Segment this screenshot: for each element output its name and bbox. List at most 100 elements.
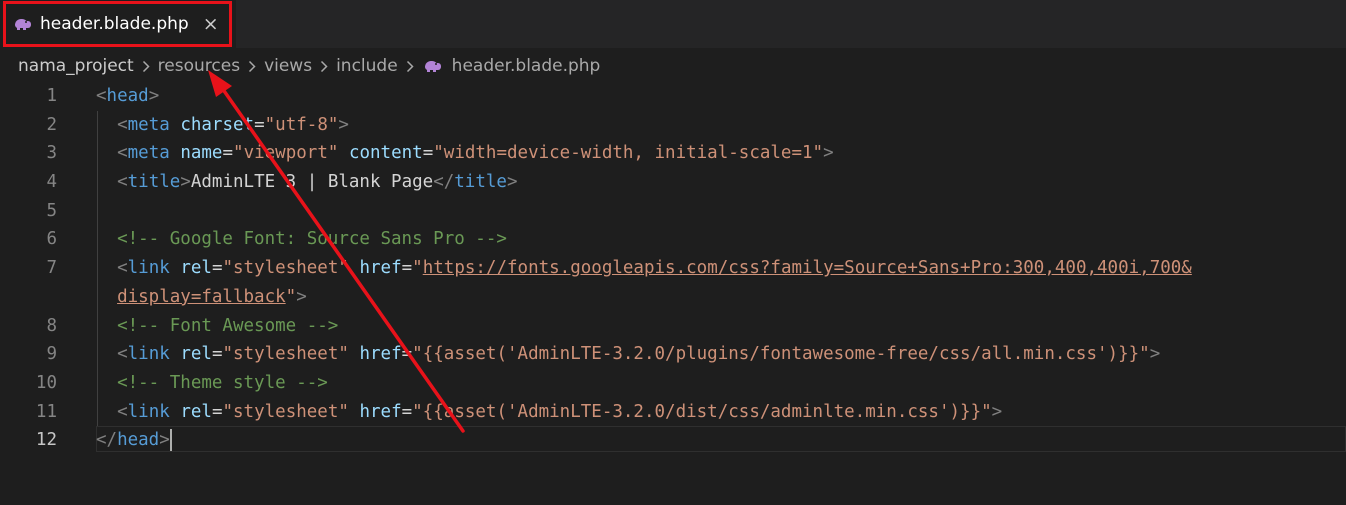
line-number: 1 (46, 86, 57, 106)
code-token: AdminLTE 3 | Blank Page (190, 172, 434, 193)
php-elephant-icon (14, 18, 32, 30)
close-icon[interactable]: × (203, 14, 219, 34)
line-number: 8 (46, 315, 57, 336)
code-token: = (211, 344, 223, 365)
line-number: 7 (46, 258, 57, 279)
code-line[interactable]: 10 <!-- Theme style --> (0, 369, 1346, 398)
code-line[interactable]: 4 <title>AdminLTE 3 | Blank Page</title> (0, 168, 1346, 197)
code-text: </head> (96, 426, 172, 455)
code-token: > (338, 114, 349, 135)
code-token: "{{asset('AdminLTE-3.2.0/dist/css/adminl… (412, 401, 992, 422)
code-token: " (412, 258, 423, 279)
code-token: <!-- Theme style --> (117, 372, 328, 393)
line-number: 6 (46, 229, 57, 250)
breadcrumb: nama_project resources views include hea… (18, 55, 600, 77)
code-token: < (117, 258, 128, 279)
code-token: <!-- Google Font: Source Sans Pro --> (117, 229, 507, 250)
code-token: content (348, 143, 423, 164)
code-line[interactable]: display=fallback"> (0, 283, 1346, 312)
breadcrumb-views[interactable]: views (264, 56, 312, 76)
code-token: < (117, 344, 128, 365)
code-text: <!-- Font Awesome --> (96, 312, 338, 341)
code-token: > (1149, 344, 1161, 365)
code-token: rel (180, 344, 212, 365)
code-token: "stylesheet" (222, 258, 349, 279)
breadcrumb-header-blade-php[interactable]: header.blade.php (452, 56, 601, 76)
code-line[interactable]: 3 <meta name="viewport" content="width=d… (0, 139, 1346, 168)
code-token: < (117, 143, 128, 164)
code-line[interactable]: 7 <link rel="stylesheet" href="https://f… (0, 254, 1346, 283)
code-token: "stylesheet" (222, 344, 349, 365)
code-token: name (180, 143, 223, 164)
code-token: < (117, 172, 128, 193)
chevron-right-icon (406, 60, 414, 73)
chevron-right-icon (320, 60, 328, 73)
code-token: href (359, 344, 402, 365)
code-text: <link rel="stylesheet" href="https://fon… (96, 254, 1192, 283)
code-token: = (401, 344, 413, 365)
code-token: rel (180, 258, 212, 279)
code-token: = (211, 401, 223, 422)
code-token: title (454, 172, 507, 193)
code-token: > (991, 401, 1003, 422)
code-token: > (506, 172, 518, 193)
code-text: display=fallback"> (96, 283, 307, 312)
code-line[interactable]: 5 (0, 197, 1346, 226)
code-token: < (96, 86, 107, 106)
code-token: "utf-8" (264, 114, 339, 135)
code-text: <!-- Google Font: Source Sans Pro --> (96, 225, 507, 254)
code-token: > (180, 172, 191, 193)
code-token: display=fallback (117, 286, 286, 307)
code-token: = (401, 258, 413, 279)
code-token: > (296, 286, 307, 307)
code-token: href (359, 401, 402, 422)
code-line[interactable]: 2 <meta charset="utf-8"> (0, 111, 1346, 140)
code-token: > (823, 143, 834, 164)
text-cursor (169, 429, 172, 452)
line-number: 11 (35, 401, 57, 422)
code-token: < (117, 401, 128, 422)
code-token: <!-- Font Awesome --> (117, 315, 339, 336)
code-text: <!-- Theme style --> (96, 369, 328, 398)
tab-header-blade-php[interactable]: header.blade.php × (0, 0, 236, 48)
code-line[interactable]: 1 <head> (0, 82, 1346, 111)
code-token: "viewport" (233, 143, 339, 164)
code-token: link (127, 344, 170, 365)
code-token: < (117, 114, 128, 135)
breadcrumb-nama-project[interactable]: nama_project (18, 56, 134, 76)
line-number: 9 (46, 344, 57, 365)
code-line[interactable]: 12 </head> (0, 426, 1346, 455)
line-number: 2 (46, 114, 57, 135)
code-text: <meta charset="utf-8"> (96, 111, 349, 140)
code-token: link (127, 258, 170, 279)
code-editor[interactable]: 1 <head> 2 <meta charset="utf-8"> 3 <meta n… (0, 82, 1346, 455)
tab-title: header.blade.php (40, 14, 189, 34)
code-text: <meta name="viewport" content="width=dev… (96, 139, 834, 168)
code-token: title (127, 172, 181, 193)
code-token: " (285, 286, 297, 307)
code-text: <link rel="stylesheet" href="{{asset('Ad… (96, 398, 1002, 427)
code-line[interactable]: 11 <link rel="stylesheet" href="{{asset(… (0, 398, 1346, 427)
breadcrumb-resources[interactable]: resources (158, 56, 240, 76)
code-line[interactable]: 6 <!-- Google Font: Source Sans Pro --> (0, 225, 1346, 254)
code-token: href (359, 258, 402, 279)
breadcrumb-include[interactable]: include (336, 56, 398, 76)
code-token: = (222, 143, 234, 164)
code-line[interactable]: 9 <link rel="stylesheet" href="{{asset('… (0, 340, 1346, 369)
code-token: head (106, 86, 149, 106)
line-number: 3 (46, 143, 57, 164)
code-line[interactable]: 8 <!-- Font Awesome --> (0, 312, 1346, 341)
